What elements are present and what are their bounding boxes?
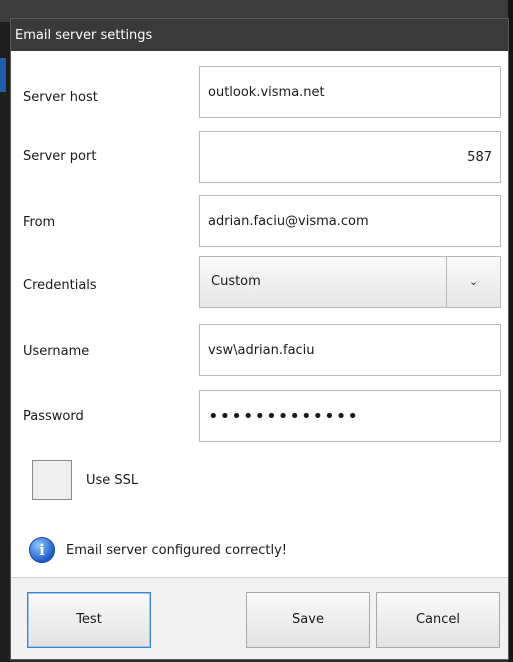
from-label: From bbox=[23, 215, 56, 230]
server-port-label: Server port bbox=[23, 149, 97, 164]
background-window-edge bbox=[0, 22, 10, 662]
cancel-button[interactable]: Cancel bbox=[376, 592, 500, 648]
from-input[interactable] bbox=[199, 195, 501, 247]
chevron-down-icon[interactable]: ⌄ bbox=[447, 257, 500, 307]
use-ssl-label: Use SSL bbox=[86, 473, 139, 488]
save-button[interactable]: Save bbox=[246, 592, 370, 648]
credentials-selected-value: Custom bbox=[211, 274, 261, 289]
background-window-accent bbox=[0, 58, 6, 92]
credentials-dropdown[interactable]: Custom ⌄ bbox=[199, 256, 501, 308]
dialog-title: Email server settings bbox=[11, 19, 508, 51]
info-icon: i bbox=[29, 537, 55, 563]
server-port-input[interactable] bbox=[199, 131, 501, 183]
credentials-label: Credentials bbox=[23, 278, 97, 293]
email-server-settings-dialog: Email server settings Server host Server… bbox=[10, 18, 509, 660]
status-message: Email server configured correctly! bbox=[66, 543, 287, 558]
test-button[interactable]: Test bbox=[27, 592, 151, 648]
button-bar: Test Save Cancel bbox=[11, 577, 508, 659]
password-input[interactable] bbox=[199, 390, 501, 442]
password-label: Password bbox=[23, 409, 84, 424]
server-host-label: Server host bbox=[23, 90, 98, 105]
username-input[interactable] bbox=[199, 324, 501, 376]
username-label: Username bbox=[23, 344, 90, 359]
server-host-input[interactable] bbox=[199, 66, 501, 118]
use-ssl-checkbox[interactable] bbox=[32, 460, 72, 500]
